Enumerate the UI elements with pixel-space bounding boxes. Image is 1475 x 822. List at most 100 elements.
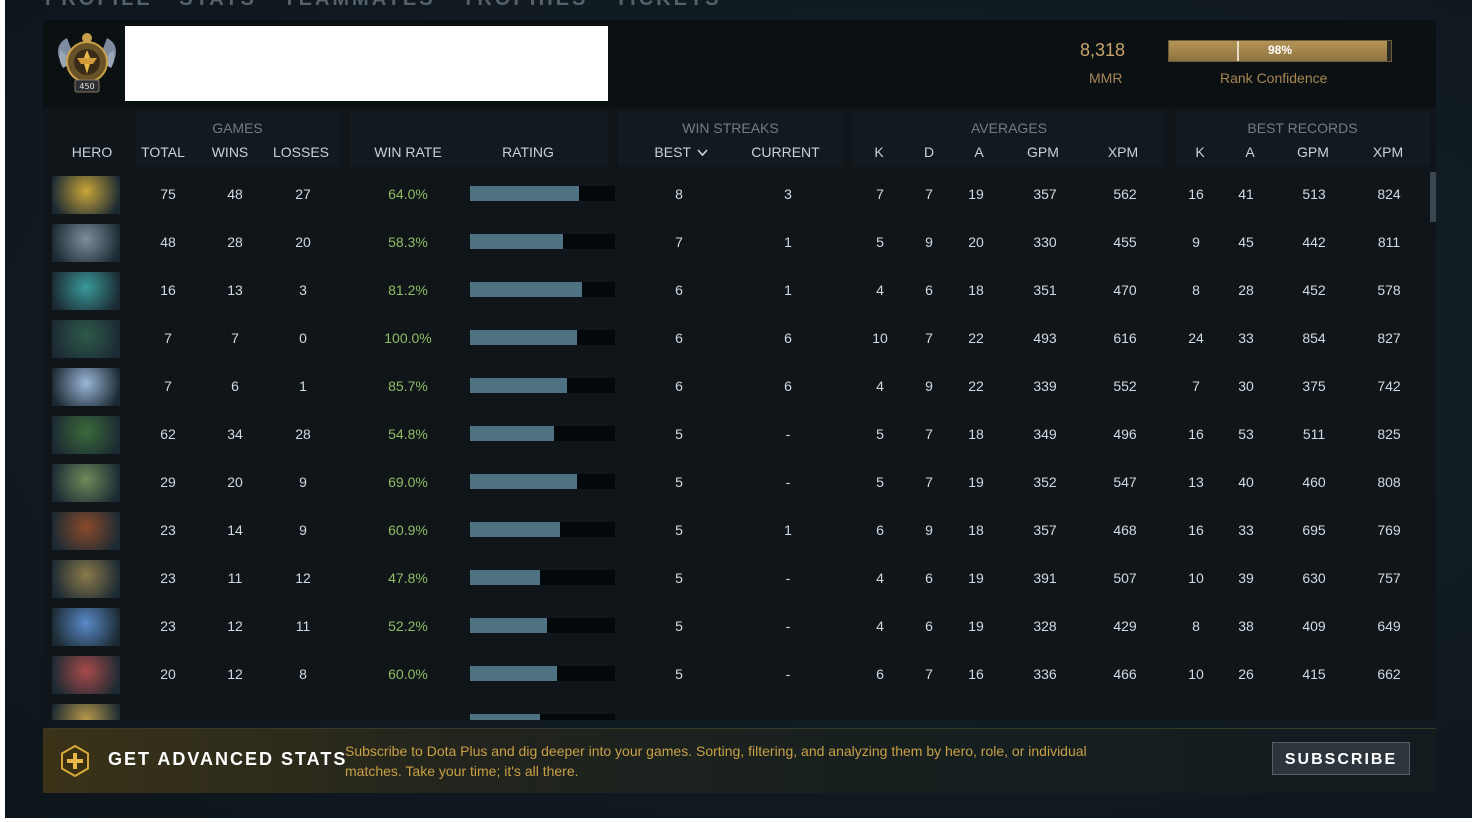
table-scrollbar[interactable]	[1430, 172, 1436, 222]
cell-losses: 1	[299, 378, 307, 394]
table-row[interactable]: 7 6 1 85.7% 6 6 4 9 22 339 552 7 30 375 742	[43, 364, 1436, 412]
cell-avg-a: 18	[968, 522, 984, 538]
rating-bar-fill	[470, 330, 578, 345]
cell-wins: 7	[231, 330, 239, 346]
col-avg-k[interactable]: K	[869, 144, 889, 160]
cell-avg-xpm: 466	[1113, 666, 1137, 682]
cell-best-k: 10	[1188, 666, 1204, 682]
hero-portrait-2-icon[interactable]	[52, 224, 120, 262]
cell-best-k: 7	[1192, 378, 1200, 394]
col-avg-a[interactable]: A	[969, 144, 989, 160]
tab-tickets[interactable]: TICKETS	[615, 0, 722, 10]
col-best-gpm[interactable]: GPM	[1293, 144, 1333, 160]
cell-best-gpm: 460	[1302, 474, 1326, 490]
cell-current-streak: 1	[784, 522, 792, 538]
cell-wins: 12	[227, 618, 243, 634]
cell-avg-k: 5	[876, 426, 884, 442]
col-best-streak[interactable]: BEST	[651, 144, 711, 160]
col-hero[interactable]: HERO	[57, 144, 127, 160]
tab-stats[interactable]: STATS	[179, 0, 257, 10]
cell-best-gpm: 854	[1302, 330, 1326, 346]
col-best-a[interactable]: A	[1240, 144, 1260, 160]
hero-portrait-6-icon[interactable]	[52, 416, 120, 454]
rating-bar	[470, 570, 615, 585]
cell-current-streak: -	[785, 474, 791, 490]
tab-profile[interactable]: PROFILE	[45, 0, 153, 10]
cell-best-xpm: 769	[1377, 522, 1401, 538]
hero-portrait-3-icon[interactable]	[52, 272, 120, 310]
hero-portrait-1-icon[interactable]	[52, 176, 120, 214]
cell-wins: 34	[227, 426, 243, 442]
hero-portrait-9-icon[interactable]	[52, 560, 120, 598]
cell-best-xpm: 649	[1377, 618, 1401, 634]
col-avg-xpm[interactable]: XPM	[1103, 144, 1143, 160]
hero-portrait-5-icon[interactable]	[52, 368, 120, 406]
cell-current-streak: -	[785, 426, 791, 442]
subscribe-button[interactable]: SUBSCRIBE	[1272, 742, 1410, 775]
hero-portrait-11-icon[interactable]	[52, 656, 120, 694]
rating-bar-fill	[470, 234, 563, 249]
cell-win-rate: 60.0%	[388, 666, 428, 682]
col-avg-d[interactable]: D	[919, 144, 939, 160]
cell-win-rate: 54.8%	[388, 426, 428, 442]
cell-avg-k: 10	[872, 330, 888, 346]
cell-avg-a: 22	[968, 330, 984, 346]
col-rating[interactable]: RATING	[483, 144, 573, 160]
tab-teammates[interactable]: TEAMMATES	[283, 0, 435, 10]
cell-avg-gpm: 357	[1033, 186, 1057, 202]
cell-win-rate: 58.3%	[388, 234, 428, 250]
profile-header: 450 8,318 MMR 98% Rank Confidence	[43, 20, 1436, 108]
dota-stats-window: PROFILE STATS TEAMMATES TROPHIES TICKETS…	[5, 0, 1472, 818]
cell-best-a: 33	[1238, 522, 1254, 538]
col-win-rate[interactable]: WIN RATE	[363, 144, 453, 160]
rating-bar-fill	[470, 666, 557, 681]
table-row[interactable]	[43, 700, 1436, 720]
cell-best-streak: 5	[675, 570, 683, 586]
table-row[interactable]: 62 34 28 54.8% 5 - 5 7 18 349 496 16 53 511 825	[43, 412, 1436, 460]
cell-total: 23	[160, 618, 176, 634]
cell-current-streak: 1	[784, 282, 792, 298]
hero-portrait-12-icon[interactable]	[52, 704, 120, 720]
col-total[interactable]: TOTAL	[138, 144, 188, 160]
table-row[interactable]: 23 11 12 47.8% 5 - 4 6 19 391 507 10 39 630 757	[43, 556, 1436, 604]
table-row[interactable]: 20 12 8 60.0% 5 - 6 7 16 336 466 10 26 415 662	[43, 652, 1436, 700]
table-row[interactable]: 23 14 9 60.9% 5 1 6 9 18 357 468 16 33 695 769	[43, 508, 1436, 556]
tab-trophies[interactable]: TROPHIES	[462, 0, 588, 10]
col-best-k[interactable]: K	[1190, 144, 1210, 160]
col-avg-gpm[interactable]: GPM	[1023, 144, 1063, 160]
col-wins[interactable]: WINS	[205, 144, 255, 160]
cell-avg-d: 9	[925, 522, 933, 538]
cell-best-k: 24	[1188, 330, 1204, 346]
col-best-xpm[interactable]: XPM	[1368, 144, 1408, 160]
rating-bar	[470, 330, 615, 345]
table-row[interactable]: 29 20 9 69.0% 5 - 5 7 19 352 547 13 40 460 808	[43, 460, 1436, 508]
cell-losses: 11	[295, 618, 311, 634]
cell-total: 29	[160, 474, 176, 490]
table-row[interactable]: 48 28 20 58.3% 7 1 5 9 20 330 455 9 45 442 811	[43, 220, 1436, 268]
cell-current-streak: 6	[784, 378, 792, 394]
table-row[interactable]: 23 12 11 52.2% 5 - 4 6 19 328 429 8 38 409 649	[43, 604, 1436, 652]
col-current-streak[interactable]: CURRENT	[748, 144, 823, 160]
cell-best-xpm: 662	[1377, 666, 1401, 682]
cell-avg-gpm: 330	[1033, 234, 1057, 250]
cell-avg-k: 5	[876, 474, 884, 490]
col-losses[interactable]: LOSSES	[271, 144, 331, 160]
cell-avg-xpm: 552	[1113, 378, 1137, 394]
cell-wins: 13	[227, 282, 243, 298]
cell-total: 23	[160, 570, 176, 586]
table-row[interactable]: 75 48 27 64.0% 8 3 7 7 19 357 562 16 41 513 824	[43, 172, 1436, 220]
cell-best-gpm: 695	[1302, 522, 1326, 538]
cell-avg-d: 6	[925, 282, 933, 298]
cell-avg-gpm: 349	[1033, 426, 1057, 442]
cell-avg-d: 9	[925, 234, 933, 250]
cell-wins: 48	[227, 186, 243, 202]
group-best-records: BEST RECORDS	[1247, 120, 1358, 136]
cell-avg-a: 16	[968, 666, 984, 682]
hero-portrait-8-icon[interactable]	[52, 512, 120, 550]
hero-portrait-7-icon[interactable]	[52, 464, 120, 502]
cell-current-streak: -	[785, 618, 791, 634]
hero-portrait-4-icon[interactable]	[52, 320, 120, 358]
table-row[interactable]: 16 13 3 81.2% 6 1 4 6 18 351 470 8 28 452 578	[43, 268, 1436, 316]
table-row[interactable]: 7 7 0 100.0% 6 6 10 7 22 493 616 24 33 854 827	[43, 316, 1436, 364]
hero-portrait-10-icon[interactable]	[52, 608, 120, 646]
